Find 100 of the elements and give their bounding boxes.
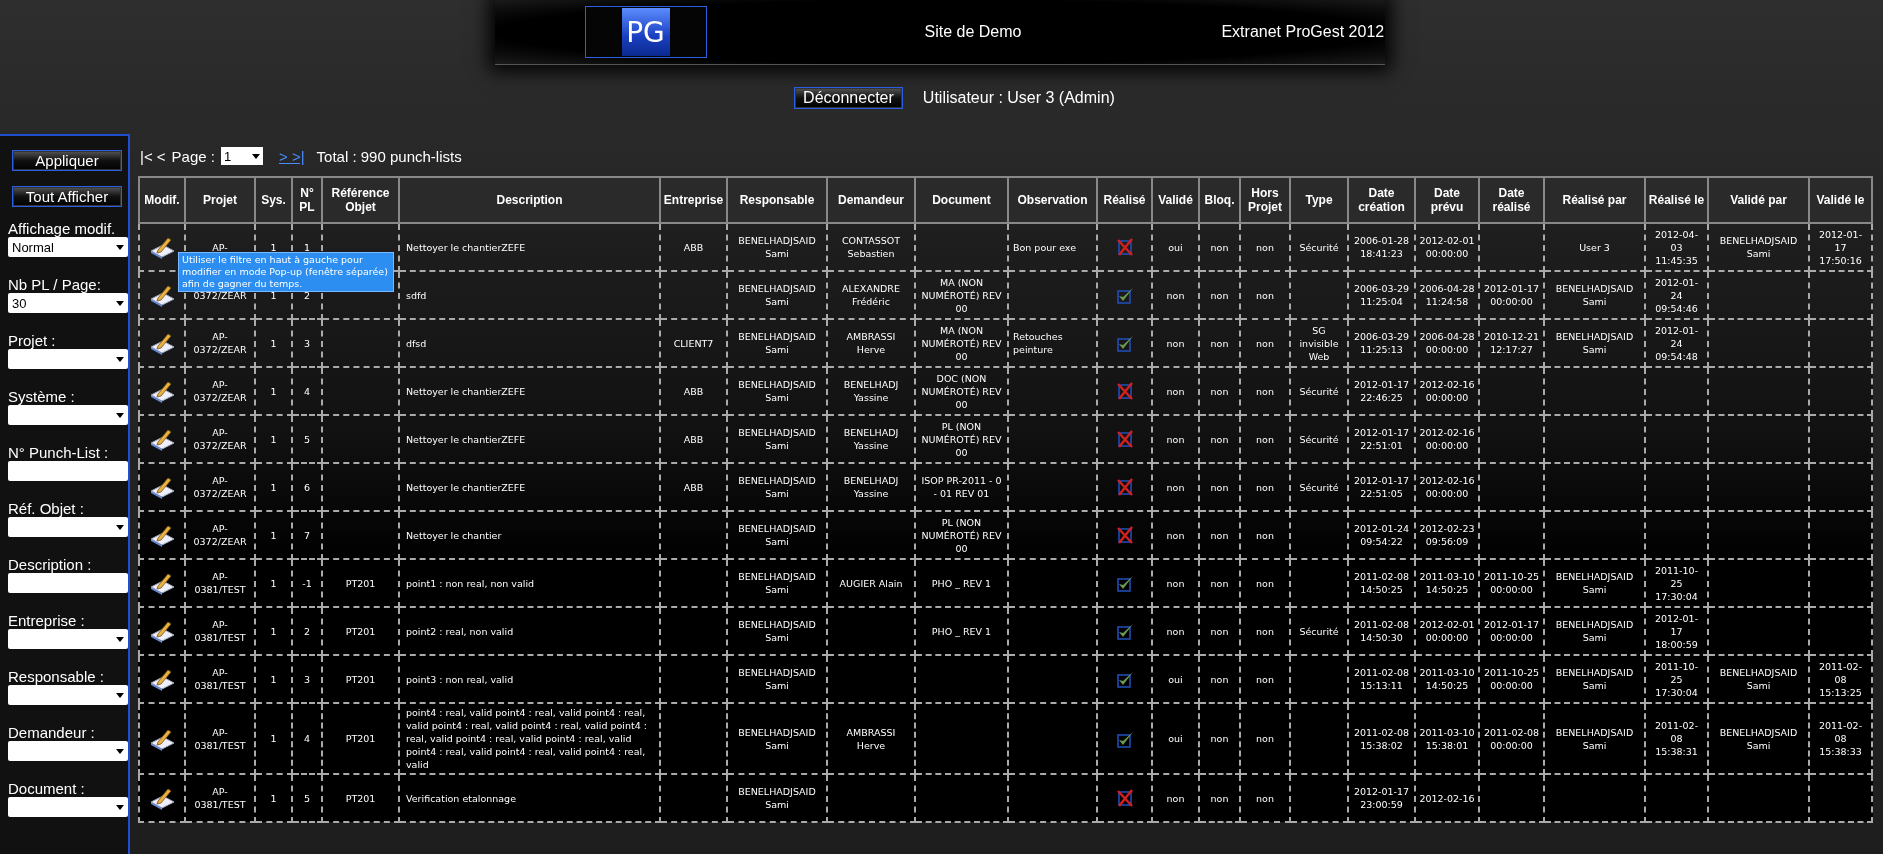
column-header: Responsable xyxy=(727,177,827,223)
edit-icon[interactable] xyxy=(149,379,175,403)
table-cell: AP-0372/ZEAR xyxy=(185,463,255,511)
table-cell: non xyxy=(1240,223,1290,271)
column-header: Bloq. xyxy=(1199,177,1240,223)
edit-icon[interactable] xyxy=(149,571,175,595)
filter-button[interactable]: Appliquer xyxy=(12,150,122,171)
table-cell: 1 xyxy=(255,655,292,703)
table-cell: Nettoyer le chantierZEFE xyxy=(399,463,660,511)
table-cell: Nettoyer le chantier xyxy=(399,511,660,559)
table-cell: PT201 xyxy=(322,655,399,703)
table-cell: BENELHADJSAID Sami xyxy=(727,774,827,822)
table-cell: AP-0381/TEST xyxy=(185,607,255,655)
next-last-link[interactable]: > >| xyxy=(278,147,305,165)
table-cell: non xyxy=(1152,511,1199,559)
page-dropdown[interactable]: 1 xyxy=(220,147,263,165)
table-cell: AP-0372/ZEAR xyxy=(185,415,255,463)
table-cell: MA (NON NUMÉROTÉ) REV 00 xyxy=(915,271,1008,319)
input-field[interactable] xyxy=(8,461,128,481)
table-cell: BENELHADJSAID Sami xyxy=(1544,703,1645,774)
table-cell: 2011-02-08 00:00:00 xyxy=(1479,703,1544,774)
table-cell: AP-0381/TEST xyxy=(185,703,255,774)
edit-icon[interactable] xyxy=(149,331,175,355)
table-cell: non xyxy=(1199,415,1240,463)
edit-icon[interactable] xyxy=(149,427,175,451)
table-cell: AP-0381/TEST xyxy=(185,774,255,822)
caret-icon xyxy=(116,412,124,418)
edit-icon[interactable] xyxy=(149,619,175,643)
table-cell: PL (NON NUMÉROTÉ) REV 00 xyxy=(915,511,1008,559)
caret-icon xyxy=(116,636,124,642)
edit-icon[interactable] xyxy=(149,523,175,547)
column-header: Projet xyxy=(185,177,255,223)
edit-icon[interactable] xyxy=(149,283,175,307)
edit-icon[interactable] xyxy=(149,475,175,499)
table-cell: 2011-03-10 14:50:25 xyxy=(1415,559,1479,607)
dropdown[interactable]: Normal xyxy=(8,237,128,257)
table-cell: AP-0372/ZEAR xyxy=(185,319,255,367)
table-cell: non xyxy=(1240,774,1290,822)
table-cell: non xyxy=(1152,607,1199,655)
table-cell: non xyxy=(1240,607,1290,655)
table-cell: point3 : non real, valid xyxy=(399,655,660,703)
table-cell: User 3 xyxy=(1544,223,1645,271)
caret-icon xyxy=(116,692,124,698)
table-cell: 2010-12-21 12:17:27 xyxy=(1479,319,1544,367)
table-cell: non xyxy=(1240,655,1290,703)
filter-label: Nb PL / Page: xyxy=(8,276,102,293)
table-cell: SG invisible Web xyxy=(1290,319,1348,367)
table-cell: PT201 xyxy=(322,774,399,822)
table-cell: non xyxy=(1199,511,1240,559)
logout-button[interactable]: Déconnecter xyxy=(794,87,903,109)
table-cell: PT201 xyxy=(322,559,399,607)
input-field[interactable] xyxy=(8,573,128,593)
table-cell: point1 : non real, non valid xyxy=(399,559,660,607)
filter-label: Affichage modif. xyxy=(8,220,117,237)
table-cell: 2011-03-10 15:38:01 xyxy=(1415,703,1479,774)
dropdown[interactable]: 30 xyxy=(8,293,128,313)
column-header: Réalisé par xyxy=(1544,177,1645,223)
table-cell: MA (NON NUMÉROTÉ) REV 00 xyxy=(915,319,1008,367)
column-header: Réalisé xyxy=(1097,177,1152,223)
table-cell: 2006-04-28 11:24:58 xyxy=(1415,271,1479,319)
table-cell: oui xyxy=(1152,223,1199,271)
user-label: Utilisateur : User 3 (Admin) xyxy=(922,89,1115,107)
table-cell: BENELHADJSAID Sami xyxy=(727,367,827,415)
edit-icon[interactable] xyxy=(149,786,175,810)
filter-button[interactable]: Tout Afficher xyxy=(12,186,122,207)
edit-icon[interactable] xyxy=(149,235,175,259)
logo: PG xyxy=(584,6,707,58)
table-cell: 2012-02-16 00:00:00 xyxy=(1415,463,1479,511)
table-cell: BENELHADJSAID Sami xyxy=(1544,655,1645,703)
table-cell: non xyxy=(1199,774,1240,822)
table-cell: 2011-10-25 17:30:04 xyxy=(1645,655,1708,703)
table-cell: non xyxy=(1240,559,1290,607)
table-cell: 1 xyxy=(255,559,292,607)
filter-label: Projet : xyxy=(8,332,57,349)
table-cell: 5 xyxy=(292,415,322,463)
table-cell: 2006-04-28 00:00:00 xyxy=(1415,319,1479,367)
caret-icon xyxy=(116,804,124,810)
table-cell: AP-0381/TEST xyxy=(185,655,255,703)
column-header: N° PL xyxy=(292,177,322,223)
table-cell: BENELHADJSAID Sami xyxy=(727,607,827,655)
table-cell: point4 : real, valid point4 : real, valid point4 : real, valid point4 : real, valid point4 : real, valid point4 : real, valid point4 : real, valid point4 : real, valid point4 : real, valid point4 : real, valid point4 : real, valid xyxy=(399,703,660,774)
product-name: Extranet ProGest 2012 xyxy=(1221,23,1385,41)
edit-icon[interactable] xyxy=(149,667,175,691)
table-cell: BENELHADJ Yassine xyxy=(827,415,915,463)
table-cell: ABB xyxy=(660,463,727,511)
caret-icon xyxy=(116,524,124,530)
table-cell: 2012-02-16 00:00:00 xyxy=(1415,415,1479,463)
table-cell: 1 xyxy=(255,463,292,511)
column-header: Observation xyxy=(1008,177,1097,223)
first-prev-link[interactable]: |< < xyxy=(140,147,166,165)
table-cell: non xyxy=(1152,463,1199,511)
table-cell: non xyxy=(1152,774,1199,822)
filter-label: Responsable : xyxy=(8,668,105,685)
table-cell: 2012-01-17 22:51:05 xyxy=(1348,463,1415,511)
table-cell: 2006-03-29 11:25:04 xyxy=(1348,271,1415,319)
table-cell: 1 xyxy=(255,367,292,415)
table-cell: BENELHADJSAID Sami xyxy=(1708,655,1809,703)
table-cell: non xyxy=(1152,319,1199,367)
table-cell: ISOP PR-2011 - 0 - 01 REV 01 xyxy=(915,463,1008,511)
table-cell: DOC (NON NUMÉROTÉ) REV 00 xyxy=(915,367,1008,415)
